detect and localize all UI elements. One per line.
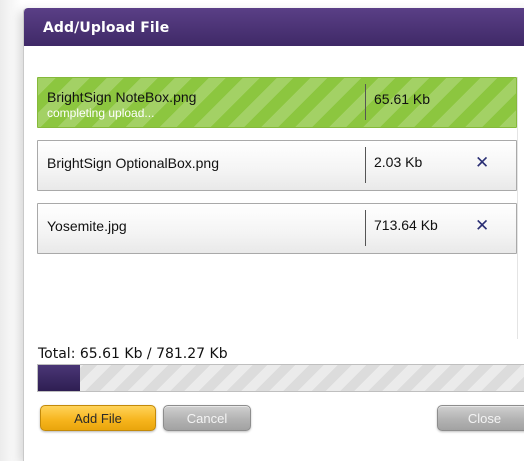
close-button[interactable]: Close [437,405,524,431]
file-name: BrightSign OptionalBox.png [47,155,219,171]
column-divider [365,210,366,246]
file-row: BrightSign OptionalBox.png 2.03 Kb ✕ [37,140,517,191]
close-icon[interactable]: ✕ [475,216,489,236]
file-size: 713.64 Kb [374,217,438,233]
total-size-label: Total: 65.61 Kb / 781.27 Kb [38,346,228,362]
file-row-uploading: BrightSign NoteBox.png completing upload… [37,77,517,128]
close-icon[interactable]: ✕ [475,153,489,173]
file-status: completing upload... [47,106,155,120]
file-size: 65.61 Kb [374,91,431,107]
dialog-title: Add/Upload File [43,20,170,36]
dialog-titlebar[interactable]: Add/Upload File [24,8,524,46]
file-list: BrightSign NoteBox.png completing upload… [37,77,518,339]
file-name: BrightSign NoteBox.png [47,89,197,105]
file-name: Yosemite.jpg [47,218,127,234]
cancel-button[interactable]: Cancel [163,405,251,431]
column-divider [365,147,366,183]
file-size: 2.03 Kb [374,154,423,170]
file-row: Yosemite.jpg 713.64 Kb ✕ [37,203,517,254]
upload-dialog: Add/Upload File BrightSign NoteBox.png c… [23,8,524,461]
upload-progress-fill [38,365,80,391]
page-background-edge [0,0,22,461]
upload-progress-bar [37,364,524,392]
add-file-button[interactable]: Add File [40,405,156,431]
column-divider [365,84,366,120]
